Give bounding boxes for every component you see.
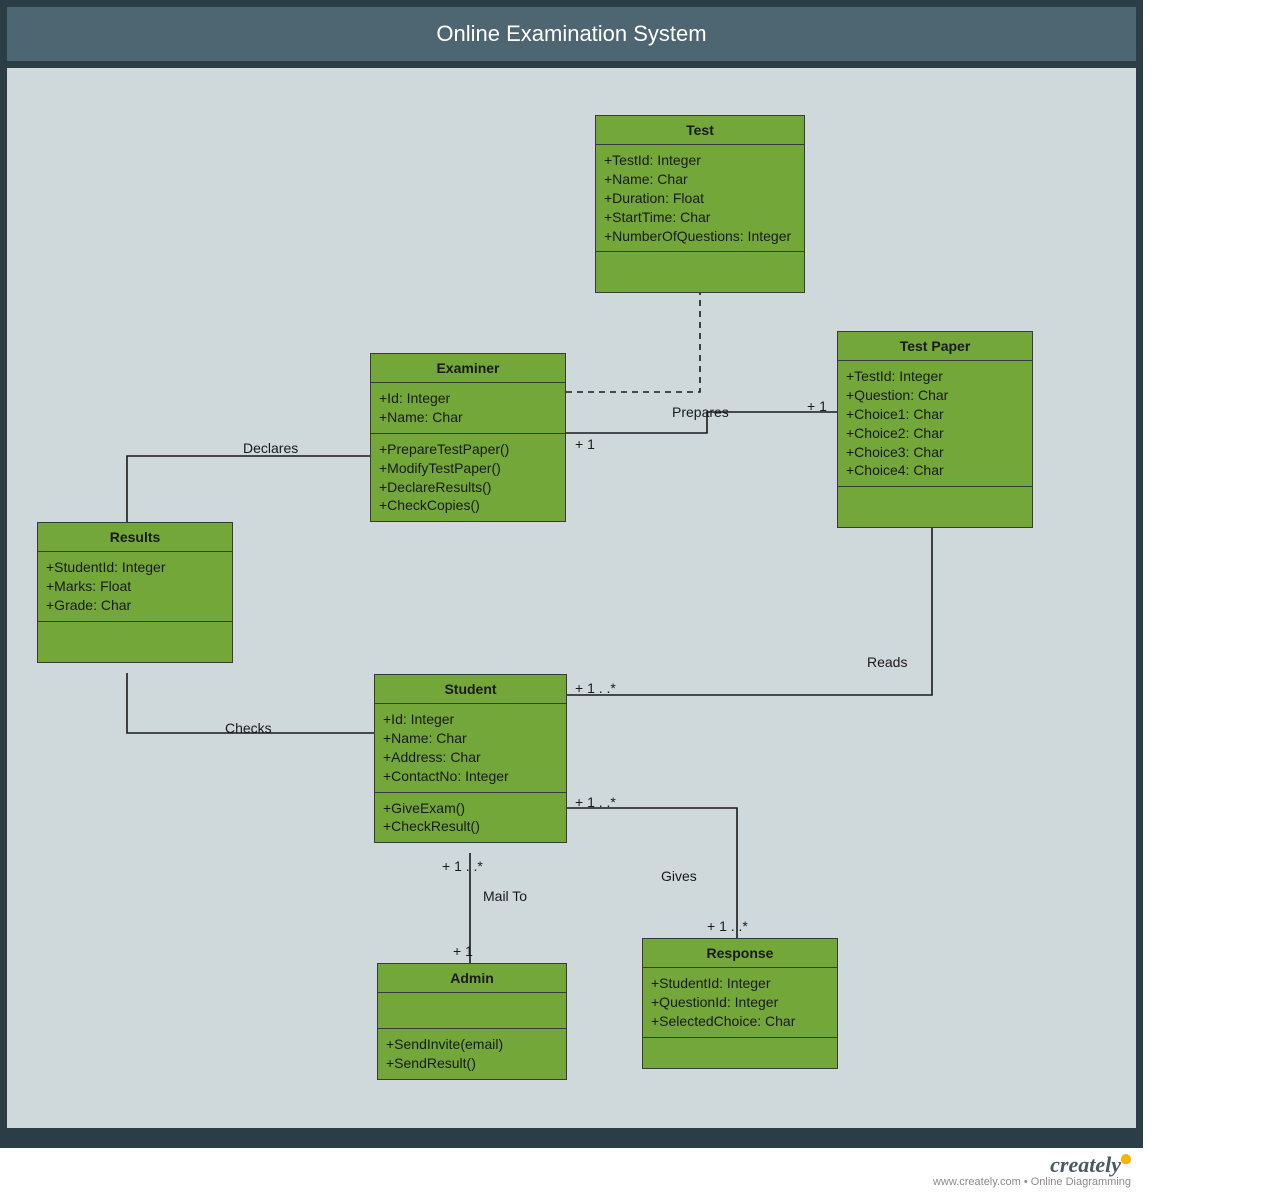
class-test[interactable]: Test +TestId: Integer +Name: Char +Durat… xyxy=(595,115,805,293)
class-results-ops xyxy=(38,622,232,662)
class-response-attrs: +StudentId: Integer +QuestionId: Integer… xyxy=(643,968,837,1038)
class-response[interactable]: Response +StudentId: Integer +QuestionId… xyxy=(642,938,838,1069)
footer-attribution: creately www.creately.com • Online Diagr… xyxy=(0,1148,1143,1192)
diagram-title-bar: Online Examination System xyxy=(7,7,1136,61)
class-testpaper[interactable]: Test Paper +TestId: Integer +Question: C… xyxy=(837,331,1033,528)
rel-gives-m1: + 1 . .* xyxy=(575,794,616,810)
class-response-title: Response xyxy=(643,939,837,968)
class-examiner-attrs: +Id: Integer +Name: Char xyxy=(371,383,565,434)
class-results[interactable]: Results +StudentId: Integer +Marks: Floa… xyxy=(37,522,233,663)
rel-mailto-label: Mail To xyxy=(483,888,527,904)
diagram-title: Online Examination System xyxy=(436,21,706,47)
rel-reads-m2: + 1 . .* xyxy=(575,680,616,696)
diagram-canvas[interactable]: Declares Prepares + 1 + 1 Reads + 1 + 1 … xyxy=(7,68,1136,1128)
class-student[interactable]: Student +Id: Integer +Name: Char +Addres… xyxy=(374,674,567,843)
class-results-title: Results xyxy=(38,523,232,552)
footer-brand: creately xyxy=(1050,1152,1121,1177)
lightbulb-icon xyxy=(1121,1154,1131,1164)
rel-prepares-m1: + 1 xyxy=(575,436,595,452)
class-testpaper-title: Test Paper xyxy=(838,332,1032,361)
class-results-attrs: +StudentId: Integer +Marks: Float +Grade… xyxy=(38,552,232,622)
rel-mailto-m2: + 1 xyxy=(453,943,473,959)
rel-prepares-m2: + 1 xyxy=(807,398,827,414)
class-testpaper-ops xyxy=(838,487,1032,527)
class-admin-attrs xyxy=(378,993,566,1029)
footer-sub: www.creately.com • Online Diagramming xyxy=(0,1176,1131,1188)
class-examiner-ops: +PrepareTestPaper() +ModifyTestPaper() +… xyxy=(371,434,565,522)
class-admin-ops: +SendInvite(email) +SendResult() xyxy=(378,1029,566,1079)
class-admin[interactable]: Admin +SendInvite(email) +SendResult() xyxy=(377,963,567,1080)
class-student-ops: +GiveExam() +CheckResult() xyxy=(375,793,566,843)
rel-gives-label: Gives xyxy=(661,868,697,884)
class-student-title: Student xyxy=(375,675,566,704)
rel-checks-label: Checks xyxy=(225,720,272,736)
rel-gives-m2: + 1 . .* xyxy=(707,918,748,934)
rel-declares-label: Declares xyxy=(243,440,298,456)
class-admin-title: Admin xyxy=(378,964,566,993)
diagram-frame: Online Examination System Declares Prepa… xyxy=(0,0,1143,1148)
class-student-attrs: +Id: Integer +Name: Char +Address: Char … xyxy=(375,704,566,793)
rel-mailto-m1: + 1 . .* xyxy=(442,858,483,874)
class-examiner-title: Examiner xyxy=(371,354,565,383)
rel-prepares-label: Prepares xyxy=(672,404,729,420)
class-test-attrs: +TestId: Integer +Name: Char +Duration: … xyxy=(596,145,804,252)
class-response-ops xyxy=(643,1038,837,1068)
class-test-ops xyxy=(596,252,804,292)
class-testpaper-attrs: +TestId: Integer +Question: Char +Choice… xyxy=(838,361,1032,487)
class-examiner[interactable]: Examiner +Id: Integer +Name: Char +Prepa… xyxy=(370,353,566,522)
class-test-title: Test xyxy=(596,116,804,145)
rel-reads-label: Reads xyxy=(867,654,907,670)
